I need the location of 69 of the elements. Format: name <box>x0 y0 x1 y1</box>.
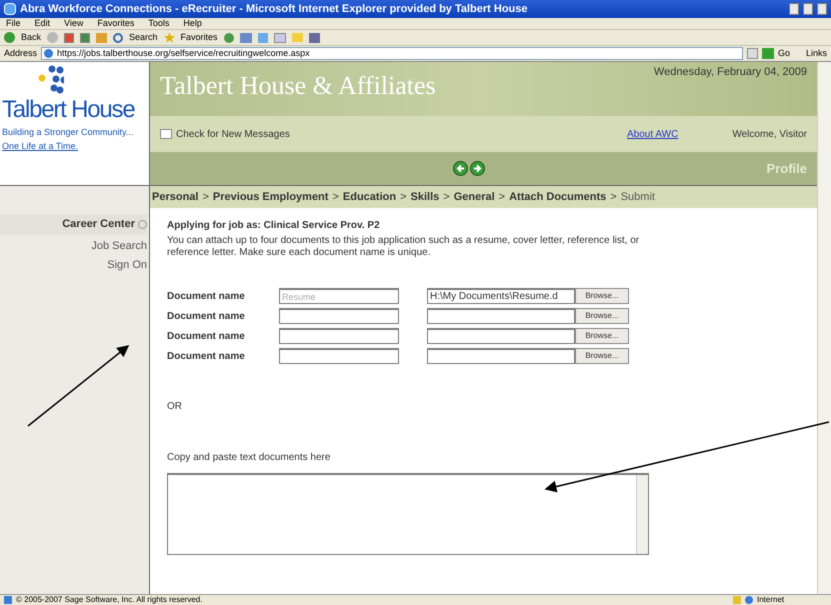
sidebar-link[interactable]: Job Search <box>91 238 147 254</box>
file-path-field[interactable] <box>427 308 575 324</box>
sidebar-link[interactable]: Sign On <box>107 257 147 274</box>
breadcrumb-step[interactable]: General <box>454 188 495 206</box>
messages-link[interactable]: Check for New Messages <box>176 126 624 142</box>
dots-logo-icon <box>38 65 64 94</box>
address-label: Address <box>4 46 38 60</box>
star-icon[interactable] <box>164 32 175 43</box>
document-name-field[interactable] <box>279 308 399 324</box>
paste-text-area[interactable] <box>167 473 649 555</box>
logo-tagline: One Life at a Time. <box>2 140 78 152</box>
window-title: Abra Workforce Connections - eRecruiter - Microsoft Internet Explorer provided by Talbert House <box>20 2 529 17</box>
go-button[interactable]: Go <box>778 46 790 60</box>
menu-item[interactable]: Edit <box>34 16 50 30</box>
minimize-button[interactable] <box>789 3 799 15</box>
intro-text: You can attach up to four documents to this job application such as a resume, cover letter, reference list, or reference letter. Make sure each document name is unique. <box>167 235 640 259</box>
menu-item[interactable]: Favorites <box>97 16 134 30</box>
browse-button[interactable]: Browse... <box>575 328 629 344</box>
paste-label: Copy and paste text documents here <box>167 451 332 465</box>
breadcrumb-separator: > <box>331 190 340 205</box>
breadcrumb-separator: > <box>609 190 618 205</box>
address-url: https://jobs.talberthouse.org/selfservice/recruitingwelcome.aspx <box>57 46 310 60</box>
search-button[interactable]: Search <box>129 30 158 44</box>
links-button[interactable]: Links <box>794 46 827 60</box>
section-title: Profile <box>766 160 807 178</box>
sidebar-heading: Career Center <box>62 217 135 232</box>
menu-item[interactable]: View <box>64 16 84 30</box>
logo-name: Talbert House <box>2 96 134 124</box>
document-name-field[interactable]: Resume <box>279 288 399 304</box>
breadcrumb-step[interactable]: Skills <box>410 188 440 206</box>
welcome-text: Welcome, Visitor <box>732 128 807 142</box>
field-label: Document name <box>167 330 246 344</box>
banner-title: Talbert House & Affiliates <box>160 70 436 102</box>
breadcrumb-separator: > <box>201 190 210 205</box>
browse-button[interactable]: Browse... <box>575 288 629 304</box>
breadcrumb-separator: > <box>442 190 451 205</box>
menu-item[interactable]: Help <box>183 16 202 30</box>
breadcrumb-step[interactable]: Submit <box>620 188 655 206</box>
or-label: OR <box>167 400 183 414</box>
breadcrumb-step[interactable]: Previous Employment <box>212 188 328 206</box>
document-name-field[interactable] <box>279 328 399 344</box>
banner-date: Wednesday, February 04, 2009 <box>654 65 807 80</box>
file-path-field[interactable] <box>427 348 575 364</box>
address-field[interactable]: https://jobs.talberthouse.org/selfservice/recruitingwelcome.aspx <box>41 47 743 60</box>
back-button[interactable]: Back <box>21 30 42 44</box>
browse-button[interactable]: Browse... <box>575 348 629 364</box>
form-heading: Applying for job as: Clinical Service Prov. P2 <box>167 219 381 233</box>
search-icon[interactable] <box>113 32 124 42</box>
close-button[interactable] <box>817 3 827 15</box>
file-path-field[interactable]: H:\My Documents\Resume.d <box>427 288 575 304</box>
breadcrumb-separator: > <box>498 190 506 205</box>
breadcrumb-step[interactable]: Attach Documents <box>509 188 606 206</box>
breadcrumb-step[interactable]: Personal <box>152 188 198 206</box>
field-label: Document name <box>167 310 246 324</box>
document-name-field[interactable] <box>279 348 399 364</box>
file-path-field[interactable] <box>427 328 575 344</box>
logo-tagline: Building a Stronger Community... <box>2 126 134 139</box>
field-label: Document name <box>167 290 246 304</box>
breadcrumb-separator: > <box>399 190 408 205</box>
maximize-button[interactable] <box>803 3 813 15</box>
menu-item[interactable]: Tools <box>148 16 170 30</box>
zone-text: Internet <box>757 594 786 605</box>
browse-button[interactable]: Browse... <box>575 308 629 324</box>
about-link[interactable]: About AWC <box>627 126 678 142</box>
favorites-button[interactable]: Favorites <box>180 30 218 44</box>
breadcrumb-step[interactable]: Education <box>342 188 396 206</box>
field-label: Document name <box>167 350 246 364</box>
status-text: © 2005-2007 Sage Software, Inc. All rights reserved. <box>16 594 204 605</box>
menu-item[interactable]: File <box>6 16 21 30</box>
